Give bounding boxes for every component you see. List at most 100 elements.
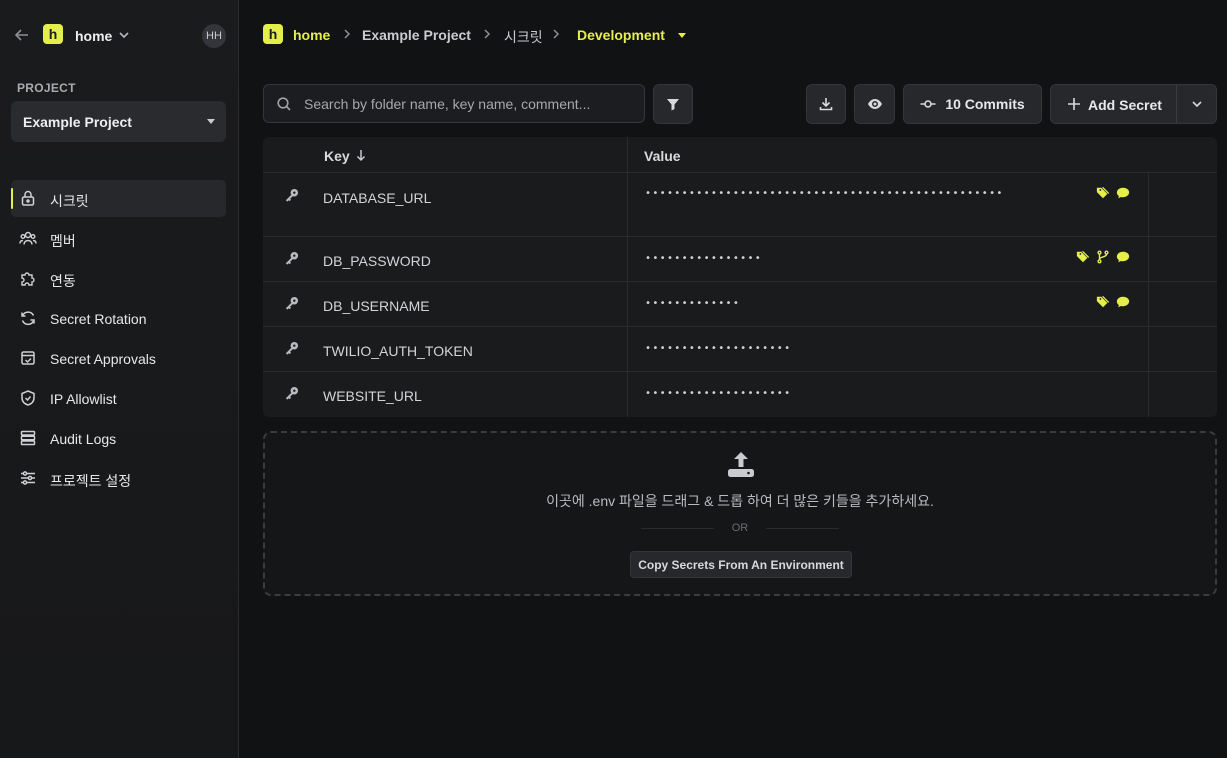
tag-icon[interactable] <box>1096 295 1110 309</box>
upload-icon <box>728 452 754 477</box>
chevron-down-icon[interactable] <box>1189 96 1205 112</box>
comment-icon[interactable] <box>1116 250 1130 264</box>
table-header: Key Value <box>263 137 1217 173</box>
or-separator: OR <box>731 522 749 534</box>
table-row[interactable]: DB_PASSWORD •••••••••••••••• <box>263 237 1217 282</box>
branch-icon[interactable] <box>1096 250 1110 264</box>
org-name[interactable]: home <box>75 28 112 44</box>
sidebar-item-secrets[interactable]: 시크릿 <box>11 180 226 217</box>
comment-icon[interactable] <box>1116 295 1130 309</box>
avatar[interactable]: HH <box>202 24 226 48</box>
download-button[interactable] <box>806 84 846 124</box>
search-icon <box>277 97 291 111</box>
caret-down-icon[interactable] <box>678 33 686 38</box>
secret-key[interactable]: DB_PASSWORD <box>323 253 431 269</box>
sidebar-item-label: Audit Logs <box>50 431 117 447</box>
secret-value[interactable]: ••••••••••••••••••••••••••••••••••••••••… <box>645 184 1105 204</box>
secret-key[interactable]: TWILIO_AUTH_TOKEN <box>323 343 473 359</box>
key-icon <box>285 251 299 265</box>
tag-icon[interactable] <box>1096 186 1110 200</box>
sidebar-item-label: 멤버 <box>50 233 76 249</box>
breadcrumb-project[interactable]: Example Project <box>362 27 471 43</box>
sliders-icon <box>21 471 35 485</box>
eye-icon <box>867 99 882 109</box>
secret-value[interactable]: ••••••••••••• <box>645 294 1105 314</box>
key-icon <box>285 386 299 400</box>
sidebar-item-label: Secret Approvals <box>50 351 156 367</box>
breadcrumb-environment[interactable]: Development <box>577 27 665 43</box>
chevron-right-icon <box>484 29 491 39</box>
column-header-value: Value <box>644 148 681 164</box>
table-row[interactable]: DB_USERNAME ••••••••••••• <box>263 282 1217 327</box>
secret-tags <box>1076 250 1130 264</box>
sidebar-item-project-settings[interactable]: 프로젝트 설정 <box>11 460 226 497</box>
chevron-right-icon <box>553 29 560 39</box>
secret-tags <box>1096 186 1130 200</box>
add-secret-button[interactable]: Add Secret <box>1050 84 1217 124</box>
secret-tags <box>1096 295 1130 309</box>
project-select-value: Example Project <box>23 114 132 130</box>
back-arrow-icon[interactable] <box>13 26 31 44</box>
secret-value[interactable]: •••••••••••••••• <box>645 249 1105 269</box>
caret-down-icon <box>207 119 215 124</box>
key-icon <box>285 341 299 355</box>
commits-button[interactable]: 10 Commits <box>903 84 1042 124</box>
tag-icon[interactable] <box>1076 250 1090 264</box>
org-logo[interactable]: h <box>263 24 283 44</box>
table-row[interactable]: TWILIO_AUTH_TOKEN •••••••••••••••••••• <box>263 327 1217 372</box>
plus-icon <box>1068 98 1080 110</box>
sidebar-item-integrations[interactable]: 연동 <box>11 260 226 297</box>
table-row[interactable]: DATABASE_URL •••••••••••••••••••••••••••… <box>263 174 1217 237</box>
comment-icon[interactable] <box>1116 186 1130 200</box>
project-label: PROJECT <box>17 81 76 95</box>
secret-key[interactable]: DATABASE_URL <box>323 190 431 206</box>
dropzone-text: 이곳에 .env 파일을 드래그 & 드롭 하여 더 많은 키들을 추가하세요. <box>546 493 934 509</box>
sidebar-item-label: 시크릿 <box>50 193 89 209</box>
sidebar-item-label: 프로젝트 설정 <box>50 473 132 489</box>
project-select[interactable]: Example Project <box>11 101 226 142</box>
key-icon <box>285 296 299 310</box>
commit-icon <box>920 100 936 108</box>
sidebar-item-label: Secret Rotation <box>50 311 147 327</box>
sidebar-item-secret-approvals[interactable]: Secret Approvals <box>11 340 226 377</box>
copy-secrets-button[interactable]: Copy Secrets From An Environment <box>630 551 852 578</box>
lock-icon <box>21 190 35 206</box>
secret-key[interactable]: DB_USERNAME <box>323 298 430 314</box>
sidebar-item-label: IP Allowlist <box>50 391 117 407</box>
button-divider <box>1176 85 1177 123</box>
secret-key[interactable]: WEBSITE_URL <box>323 388 422 404</box>
key-icon <box>285 188 299 202</box>
download-icon <box>819 98 833 111</box>
filter-button[interactable] <box>653 84 693 124</box>
table-row[interactable]: WEBSITE_URL •••••••••••••••••••• <box>263 372 1217 417</box>
search-input[interactable] <box>304 94 634 114</box>
sidebar-item-secret-rotation[interactable]: Secret Rotation <box>11 300 226 337</box>
list-icon <box>20 430 36 446</box>
reveal-values-button[interactable] <box>854 84 895 124</box>
sidebar: h home HH PROJECT Example Project 시크릿 멤버… <box>0 0 239 758</box>
breadcrumb-home[interactable]: home <box>293 27 330 43</box>
sidebar-item-ip-allowlist[interactable]: IP Allowlist <box>11 380 226 417</box>
secret-value[interactable]: •••••••••••••••••••• <box>645 339 1105 359</box>
approval-icon <box>21 351 35 365</box>
sidebar-item-members[interactable]: 멤버 <box>11 220 226 257</box>
sidebar-item-audit-logs[interactable]: Audit Logs <box>11 420 226 457</box>
sidebar-item-label: 연동 <box>50 273 76 289</box>
shield-icon <box>21 390 35 406</box>
puzzle-icon <box>21 272 35 286</box>
column-header-key[interactable]: Key <box>324 148 350 164</box>
sidebar-header: h home HH <box>0 20 239 52</box>
org-logo[interactable]: h <box>43 24 63 44</box>
secrets-table: Key Value DATABASE_URL •••••••••••••••••… <box>263 137 1217 417</box>
members-icon <box>19 231 37 245</box>
breadcrumb-section[interactable]: 시크릿 <box>504 27 543 47</box>
chevron-right-icon <box>344 29 351 39</box>
env-dropzone[interactable]: 이곳에 .env 파일을 드래그 & 드롭 하여 더 많은 키들을 추가하세요.… <box>263 431 1217 596</box>
search-box <box>263 84 645 123</box>
filter-icon <box>667 99 679 111</box>
sort-arrow-down-icon[interactable] <box>355 148 367 162</box>
commits-label: 10 Commits <box>945 96 1025 112</box>
add-secret-label: Add Secret <box>1088 97 1162 113</box>
secret-value[interactable]: •••••••••••••••••••• <box>645 384 1105 404</box>
chevron-down-icon[interactable] <box>118 29 130 41</box>
